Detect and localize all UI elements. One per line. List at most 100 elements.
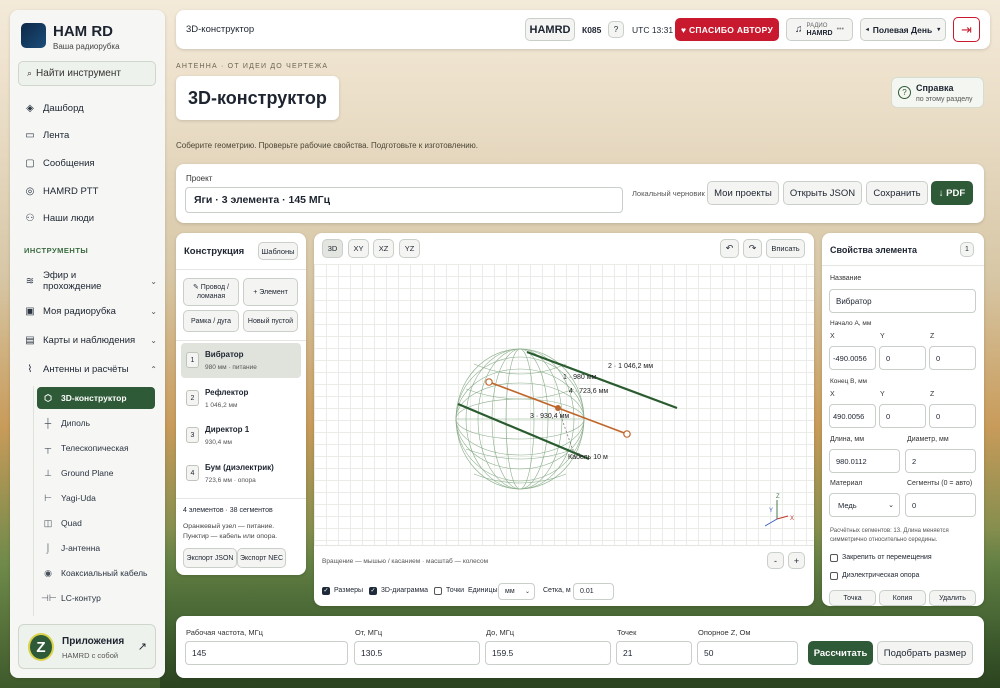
start-x-input[interactable]: -490.0056: [829, 346, 876, 370]
hamrd-button[interactable]: HAMRD: [525, 18, 575, 41]
group-antennas[interactable]: ⌇ Антенны и расчёты ⌃: [23, 358, 163, 380]
hero-lead: Соберите геометрию. Проверьте рабочие св…: [176, 141, 478, 150]
my-projects-button[interactable]: Мои проекты: [707, 181, 779, 205]
open-json-button[interactable]: Открыть JSON: [783, 181, 862, 205]
logout-icon[interactable]: ⇥: [953, 17, 980, 42]
zoom-out-button[interactable]: -: [767, 552, 784, 569]
construct-note: Оранжевый узел — питание. Пунктир — кабе…: [183, 523, 278, 540]
length-input[interactable]: 980.0112: [829, 449, 900, 473]
dielectric-checkbox[interactable]: [830, 572, 838, 580]
element-row-selected[interactable]: 1 Вибратор 980 мм · питание: [181, 343, 301, 378]
view-xy-button[interactable]: XY: [348, 239, 369, 258]
axis-y-label: Y: [769, 508, 773, 514]
project-name-input[interactable]: Яги · 3 элемента · 145 МГц: [185, 187, 623, 213]
apps-card[interactable]: Z Приложения HAMRD с собой ↗: [18, 624, 156, 669]
calculate-button[interactable]: Рассчитать: [808, 641, 873, 665]
redo-button[interactable]: ↷: [743, 239, 762, 258]
diagram-checkbox[interactable]: ✓: [369, 587, 377, 595]
view-xz-button[interactable]: XZ: [373, 239, 394, 258]
people-icon: ⚇: [25, 212, 35, 224]
start-y-input[interactable]: 0: [879, 346, 926, 370]
new-empty-button[interactable]: Новый пустой: [243, 310, 298, 332]
nav-item-feed[interactable]: ▭ Лента: [23, 124, 163, 146]
point-button[interactable]: Точка: [829, 590, 876, 606]
element-row[interactable]: 3 Директор 1 930,4 мм: [181, 418, 301, 453]
from-input[interactable]: 130.5: [354, 641, 480, 665]
nav-item-people[interactable]: ⚇ Наши люди: [23, 207, 163, 229]
units-select[interactable]: мм ⌄: [498, 583, 535, 600]
question-icon: ?: [898, 86, 911, 99]
diameter-input[interactable]: 2: [905, 449, 976, 473]
theme-select[interactable]: ◂ Полевая День ▾: [860, 18, 946, 41]
sub-item-telescopic[interactable]: ┬ Телескопическая: [37, 437, 155, 459]
project-label: Проект: [186, 174, 213, 183]
element-detail: 723,6 мм · опора: [205, 477, 256, 484]
points-checkbox[interactable]: [434, 587, 442, 595]
nav-item-messages[interactable]: ▢ Сообщения: [23, 152, 163, 174]
nav-item-ptt[interactable]: ◎ HAMRD PTT: [23, 180, 163, 202]
radio-player-button[interactable]: ♫ РАДИО HAMRD •••: [786, 18, 853, 41]
thanks-author-button[interactable]: ♥ СПАСИБО АВТОРУ: [675, 18, 779, 41]
segments-input[interactable]: 0: [905, 493, 976, 517]
feed-icon: ▭: [25, 129, 35, 141]
impedance-input[interactable]: 50: [697, 641, 798, 665]
group-maps[interactable]: ▤ Карты и наблюдения ⌄: [23, 329, 163, 351]
group-propagation[interactable]: ≋ Эфир и прохождение ⌄: [23, 268, 163, 294]
sub-item-yagi[interactable]: ⊢ Yagi-Uda: [37, 487, 155, 509]
sub-item-3d-constructor[interactable]: ⬡ 3D-конструктор: [37, 387, 155, 409]
end-z-input[interactable]: 0: [929, 404, 976, 428]
nav-item-dashboard[interactable]: ◈ Дашборд: [23, 97, 163, 119]
material-select[interactable]: Медь ⌄: [829, 493, 900, 517]
sub-item-ground-plane[interactable]: ⊥ Ground Plane: [37, 462, 155, 484]
end-x-input[interactable]: 490.0056: [829, 404, 876, 428]
bz-label: Z: [930, 391, 935, 398]
add-wire-button[interactable]: ✎ Провод / ломаная: [183, 278, 239, 306]
zoom-in-button[interactable]: +: [788, 552, 805, 569]
save-button[interactable]: Сохранить: [866, 181, 928, 205]
label-boom: 4 · 723,6 мм: [569, 388, 608, 395]
lock-checkbox[interactable]: [830, 554, 838, 562]
grid-input[interactable]: 0.01: [573, 583, 614, 600]
message-icon: ▢: [25, 157, 35, 169]
to-input[interactable]: 159.5: [485, 641, 611, 665]
sub-item-j-antenna[interactable]: ⌡ J-антенна: [37, 537, 155, 559]
view-3d-button[interactable]: 3D: [322, 239, 343, 258]
sub-item-coax[interactable]: ◉ Коаксиальный кабель: [37, 562, 155, 584]
fit-size-button[interactable]: Подобрать размер: [877, 641, 973, 665]
add-element-button[interactable]: + Элемент: [243, 278, 298, 306]
points-input[interactable]: 21: [616, 641, 692, 665]
pdf-button[interactable]: ↓ PDF: [931, 181, 973, 205]
3d-canvas[interactable]: 2 · 1 046,2 мм 1 · 980 мм 4 · 723,6 мм 3…: [314, 264, 814, 545]
start-z-input[interactable]: 0: [929, 346, 976, 370]
dims-checkbox[interactable]: ✓: [322, 587, 330, 595]
help-card[interactable]: ? Справка по этому разделу: [891, 77, 984, 108]
element-row[interactable]: 4 Бум (диэлектрик) 723,6 мм · опора: [181, 456, 301, 491]
element-row[interactable]: 2 Рефлектор 1 046,2 мм: [181, 381, 301, 416]
hero-kicker: АНТЕННА · ОТ ИДЕИ ДО ЧЕРТЕЖА: [176, 63, 329, 70]
export-json-button[interactable]: Экспорт JSON: [183, 548, 237, 568]
dipole-icon: ┼: [44, 418, 52, 428]
copy-button[interactable]: Копия: [879, 590, 926, 606]
help-button[interactable]: ?: [608, 21, 624, 38]
group-shack[interactable]: ▣ Моя радиорубка ⌄: [23, 300, 163, 322]
frequency-input[interactable]: 145: [185, 641, 348, 665]
sub-item-quad[interactable]: ◫ Quad: [37, 512, 155, 534]
add-frame-button[interactable]: Рамка / дуга: [183, 310, 239, 332]
element-name-input[interactable]: Вибратор: [829, 289, 976, 313]
length-label: Длина, мм: [830, 436, 865, 443]
export-nec-button[interactable]: Экспорт NEC: [237, 548, 286, 568]
fit-view-button[interactable]: Вписать: [766, 239, 805, 258]
help-subtitle: по этому разделу: [916, 96, 973, 103]
grid-label: Сетка, м: [543, 587, 571, 594]
view-yz-button[interactable]: YZ: [399, 239, 420, 258]
sub-item-lc[interactable]: ⊣⊢ LC-контур: [37, 587, 155, 609]
delete-button[interactable]: Удалить: [929, 590, 976, 606]
templates-button[interactable]: Шаблоны: [258, 242, 298, 260]
undo-button[interactable]: ↶: [720, 239, 739, 258]
search-input[interactable]: ⌕ Найти инструмент: [18, 61, 156, 86]
name-label: Название: [830, 275, 862, 282]
end-y-input[interactable]: 0: [879, 404, 926, 428]
sub-item-dipole[interactable]: ┼ Диполь: [37, 412, 155, 434]
radio-icon: ◎: [25, 185, 35, 197]
chevron-down-icon: ⌄: [150, 306, 157, 316]
